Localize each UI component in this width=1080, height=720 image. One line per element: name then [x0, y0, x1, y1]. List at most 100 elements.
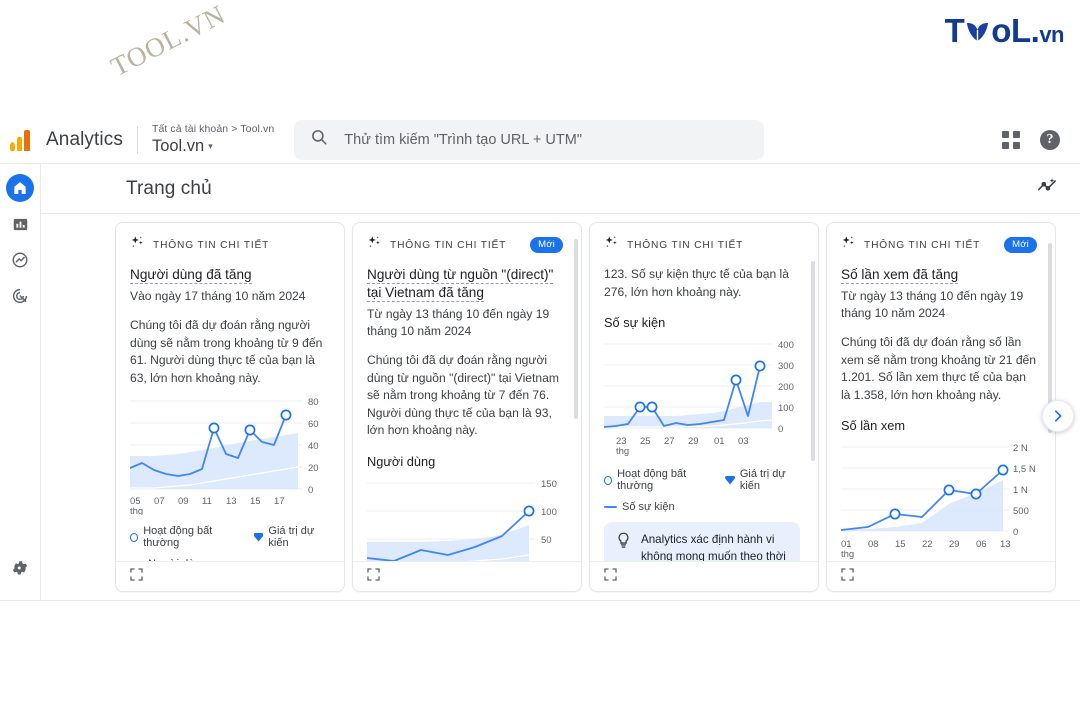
- insight-card-header: THÔNG TIN CHI TIẾT Mới: [841, 235, 1037, 255]
- insight-card-body: THÔNG TIN CHI TIẾT Mới Số lần xem đã tăn…: [827, 223, 1055, 563]
- expand-icon[interactable]: [604, 567, 617, 586]
- svg-text:80: 80: [308, 397, 319, 408]
- svg-text:thg: thg: [130, 506, 143, 515]
- insight-title-wrap: Người dùng đã tăng: [130, 266, 330, 284]
- svg-text:thg: thg: [616, 446, 629, 457]
- sparkle-icon: [367, 235, 382, 255]
- tip-question: Analytics xác định hành vi không mong mu…: [641, 533, 786, 563]
- sparkle-icon: [841, 235, 856, 255]
- insight-card[interactable]: THÔNG TIN CHI TIẾT 123. Số sự kiện thực …: [589, 222, 819, 592]
- sidebar-item-reports[interactable]: [6, 210, 34, 238]
- svg-text:200: 200: [778, 382, 794, 393]
- svg-text:0: 0: [308, 485, 313, 496]
- top-header-bar: Analytics Tất cả tài khoản > Tool.vn Too…: [0, 116, 1080, 164]
- svg-text:01: 01: [714, 436, 725, 447]
- svg-text:25: 25: [640, 436, 651, 447]
- svg-text:11: 11: [202, 496, 212, 507]
- page-header: Trang chủ: [41, 164, 1080, 214]
- content-bottom-divider: [0, 600, 1080, 601]
- series-line-icon: [604, 505, 617, 509]
- insight-card-body: THÔNG TIN CHI TIẾT Mới Người dùng từ ngu…: [353, 223, 581, 563]
- line-chart-svg: 2 N 1,5 N 1 N 500 0 01 thg 08 15 22 29 0…: [841, 443, 1036, 560]
- account-selector[interactable]: Tất cả tài khoản > Tool.vn Tool.vn ▾: [152, 123, 274, 156]
- expand-icon[interactable]: [367, 567, 380, 586]
- logo-letter-t: T: [944, 12, 965, 49]
- expand-icon[interactable]: [130, 567, 143, 586]
- insight-subtitle: Vào ngày 17 tháng 10 năm 2024: [130, 289, 306, 303]
- sparkle-icon: [130, 235, 145, 255]
- chart-legend: Hoạt động bất thường Giá trị dự kiến Số …: [604, 468, 800, 513]
- chevron-right-icon: [1054, 410, 1062, 422]
- card-scrollbar[interactable]: [574, 239, 578, 419]
- line-chart-svg: 80 60 40 20 0 05 thg 07 09 11 13 15 17: [130, 397, 319, 515]
- app-title: Analytics: [46, 128, 123, 150]
- legend-anomaly-label: Hoạt động bất thường: [143, 525, 213, 549]
- sidebar-item-advertising[interactable]: [6, 282, 34, 310]
- search-input[interactable]: [344, 131, 749, 148]
- breadcrumb: Tất cả tài khoản > Tool.vn: [151, 123, 275, 135]
- sidebar-item-admin[interactable]: [6, 554, 34, 582]
- svg-text:400: 400: [778, 340, 794, 351]
- insight-description: Chúng tôi đã dự đoán rằng người dùng từ …: [367, 353, 559, 437]
- svg-text:08: 08: [868, 539, 879, 550]
- chart-legend: Hoạt động bất thường Giá trị dự kiến Ngư…: [130, 525, 330, 563]
- insight-title-wrap: Người dùng từ nguồn "(direct)" tại Vietn…: [367, 266, 563, 302]
- insight-card[interactable]: THÔNG TIN CHI TIẾT Mới Số lần xem đã tăn…: [826, 222, 1056, 592]
- lightbulb-icon: [616, 532, 631, 563]
- logo-letter-l: L: [1010, 12, 1031, 49]
- google-analytics-logo-icon: [10, 129, 36, 151]
- legend-expected: Giá trị dự kiến: [725, 468, 800, 492]
- logo-dot: .: [1030, 12, 1040, 49]
- insight-card[interactable]: THÔNG TIN CHI TIẾT Mới Người dùng từ ngu…: [352, 222, 582, 592]
- account-name: Tool.vn ▾: [152, 136, 274, 156]
- expand-icon[interactable]: [841, 567, 854, 586]
- bar-chart-icon: [13, 218, 27, 230]
- apps-grid-icon[interactable]: [1002, 130, 1020, 149]
- svg-text:40: 40: [308, 441, 319, 452]
- card-scrollbar[interactable]: [811, 261, 815, 461]
- help-icon[interactable]: ?: [1040, 129, 1060, 150]
- svg-text:2 N: 2 N: [1013, 443, 1028, 454]
- insight-card-header: THÔNG TIN CHI TIẾT: [604, 235, 800, 255]
- insights-sparkline-icon[interactable]: [1036, 176, 1058, 201]
- svg-text:15: 15: [250, 496, 261, 507]
- insight-card-footer: [827, 561, 1055, 591]
- svg-text:100: 100: [541, 507, 557, 518]
- insight-card-footer: [590, 561, 818, 591]
- insight-title-wrap: Số lần xem đã tăng: [841, 266, 1037, 284]
- logo-leaf-icon: [964, 15, 991, 42]
- insight-eyebrow: THÔNG TIN CHI TIẾT: [153, 239, 270, 251]
- svg-text:100: 100: [778, 403, 794, 414]
- svg-text:0: 0: [1013, 527, 1018, 538]
- metric-label: Người dùng: [367, 453, 436, 469]
- metric-label: Số lần xem: [841, 418, 906, 433]
- insight-cards-carousel: THÔNG TIN CHI TIẾT Người dùng đã tăng Và…: [115, 222, 1056, 592]
- status-badge: Mới: [1004, 237, 1037, 253]
- sidebar-item-home[interactable]: [6, 174, 34, 202]
- legend-anomaly-label: Hoạt động bất thường: [617, 468, 687, 492]
- insight-card[interactable]: THÔNG TIN CHI TIẾT Người dùng đã tăng Và…: [115, 222, 345, 592]
- svg-text:15: 15: [895, 539, 906, 550]
- insight-card-header: THÔNG TIN CHI TIẾT: [130, 235, 330, 255]
- svg-text:17: 17: [274, 496, 285, 507]
- expected-band-icon: [725, 475, 735, 485]
- sparkle-icon: [604, 235, 619, 255]
- app-root: T o L . vn TOOL.VN Analytics Tất cả tài …: [0, 0, 1080, 720]
- insight-title: Số lần xem đã tăng: [841, 267, 959, 284]
- carousel-next-button[interactable]: [1042, 400, 1074, 432]
- sidebar-item-explore[interactable]: [6, 246, 34, 274]
- chevron-down-icon: ▾: [208, 141, 213, 151]
- advertising-target-icon: [12, 288, 28, 304]
- legend-anomaly: Hoạt động bất thường: [130, 525, 240, 549]
- metric-label: Số sự kiện: [604, 315, 666, 330]
- insight-subtitle: Từ ngày 13 tháng 10 đến ngày 19 tháng 10…: [841, 289, 1024, 320]
- status-badge: Mới: [530, 237, 563, 253]
- insight-chart: 80 60 40 20 0 05 thg 07 09 11 13 15 17: [130, 393, 330, 515]
- tip-box[interactable]: Analytics xác định hành vi không mong mu…: [604, 522, 800, 563]
- legend-series-label: Số sự kiện: [622, 501, 675, 513]
- page-title: Trang chủ: [126, 177, 212, 199]
- svg-text:06: 06: [976, 539, 987, 550]
- svg-text:300: 300: [778, 361, 794, 372]
- insight-subtitle: Từ ngày 13 tháng 10 đến ngày 19 tháng 10…: [367, 307, 550, 338]
- search-box[interactable]: [294, 119, 765, 160]
